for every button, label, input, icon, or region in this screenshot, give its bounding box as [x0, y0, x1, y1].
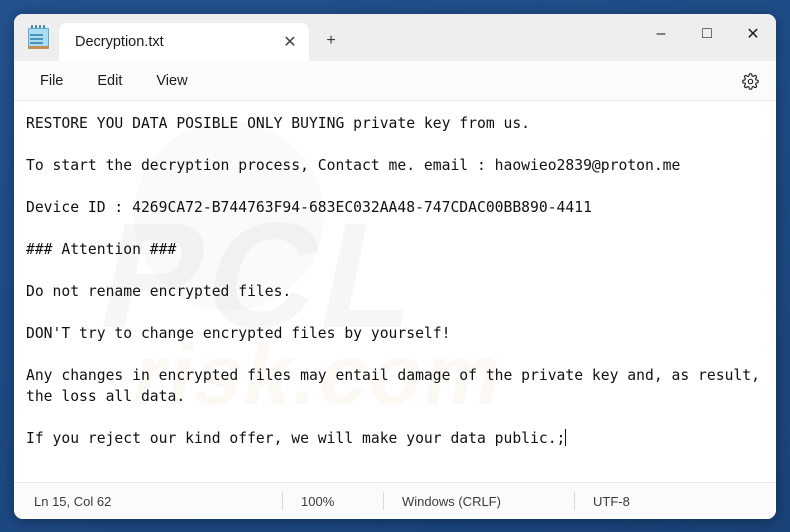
menu-item-file[interactable]: File: [28, 68, 75, 94]
text-line: Any changes in encrypted files may entai…: [26, 367, 769, 405]
text-line: [26, 218, 762, 239]
text-line: [26, 407, 762, 428]
zoom-level[interactable]: 100%: [283, 491, 383, 511]
text-line: [26, 260, 762, 281]
text-line: Device ID : 4269CA72-B744763F94-683EC032…: [26, 199, 592, 216]
text-line: [26, 134, 762, 155]
menu-bar: File Edit View: [14, 61, 776, 101]
new-tab-icon[interactable]: +: [314, 25, 348, 57]
desktop-background: Decryption.txt ✕ + – □ ✕ File Edit View: [0, 0, 790, 532]
editor-area[interactable]: PCL risk.com RESTORE YOU DATA POSIBLE ON…: [14, 101, 776, 482]
status-bar: Ln 15, Col 62 100% Windows (CRLF) UTF-8: [14, 482, 776, 519]
text-line: [26, 302, 762, 323]
text-line: RESTORE YOU DATA POSIBLE ONLY BUYING pri…: [26, 115, 531, 132]
text-line: [26, 344, 762, 365]
text-line: [26, 176, 762, 197]
close-tab-icon[interactable]: ✕: [277, 29, 303, 55]
window-controls: – □ ✕: [638, 14, 776, 54]
maximize-button[interactable]: □: [684, 14, 730, 54]
minimize-button[interactable]: –: [638, 14, 684, 54]
menu-item-view[interactable]: View: [144, 68, 199, 94]
cursor-position[interactable]: Ln 15, Col 62: [14, 491, 282, 511]
vertical-scrollbar[interactable]: [768, 101, 776, 482]
gear-icon[interactable]: [736, 67, 764, 95]
tab-decryption-txt[interactable]: Decryption.txt ✕: [59, 23, 309, 61]
close-window-button[interactable]: ✕: [730, 14, 776, 54]
tab-title: Decryption.txt: [75, 34, 164, 50]
menu-item-edit[interactable]: Edit: [85, 68, 134, 94]
notepad-window: Decryption.txt ✕ + – □ ✕ File Edit View: [14, 14, 776, 519]
text-caret: [565, 429, 567, 446]
text-line: DON'T try to change encrypted files by y…: [26, 325, 451, 342]
text-line: ### Attention ###: [26, 241, 177, 258]
text-line: If you reject our kind offer, we will ma…: [26, 429, 567, 447]
text-content[interactable]: RESTORE YOU DATA POSIBLE ONLY BUYING pri…: [14, 101, 776, 449]
notepad-app-icon: [26, 25, 50, 51]
text-line: Do not rename encrypted files.: [26, 283, 292, 300]
text-line: To start the decryption process, Contact…: [26, 157, 681, 174]
tab-strip: Decryption.txt ✕ + – □ ✕: [14, 14, 776, 61]
line-ending[interactable]: Windows (CRLF): [384, 491, 574, 511]
encoding[interactable]: UTF-8: [575, 491, 644, 511]
